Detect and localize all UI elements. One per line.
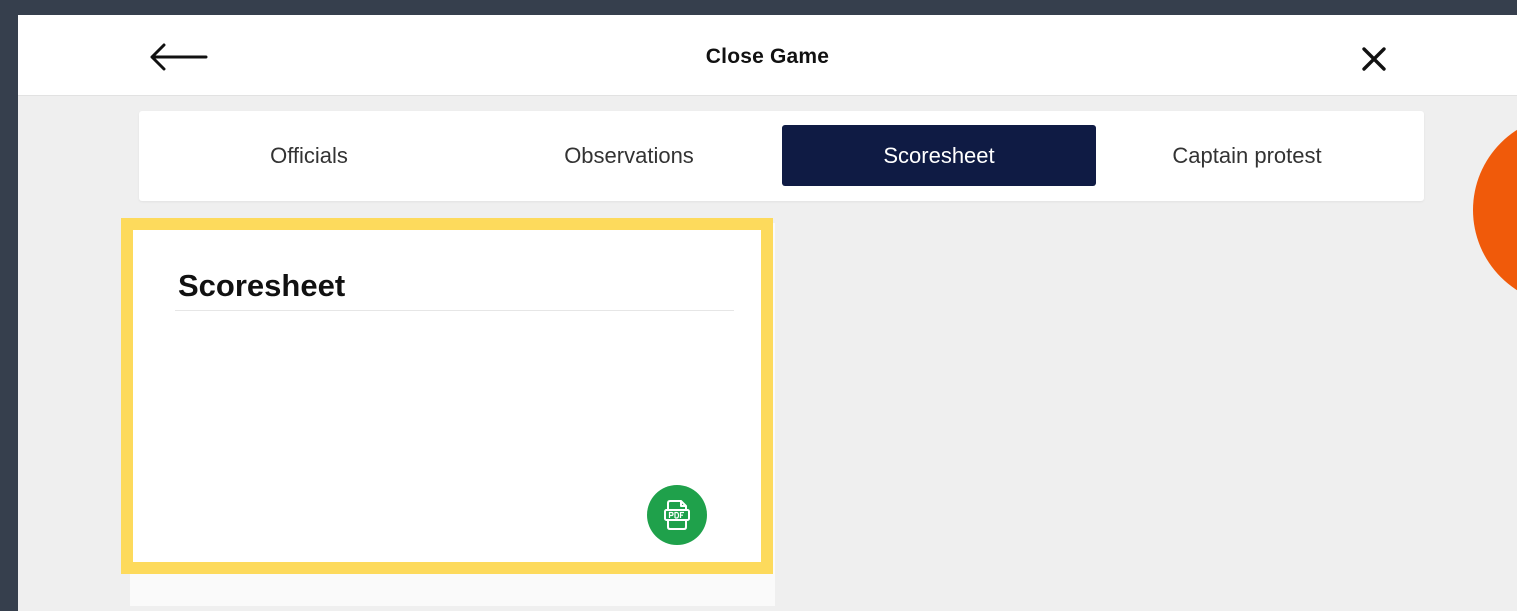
tab-scoresheet[interactable]: Scoresheet — [782, 125, 1096, 186]
close-icon — [1362, 47, 1386, 71]
pdf-download-button[interactable] — [647, 485, 707, 545]
scoresheet-card: Scoresheet — [121, 218, 773, 574]
card-title: Scoresheet — [178, 268, 346, 303]
tab-observations[interactable]: Observations — [479, 125, 779, 186]
card-divider — [175, 310, 734, 311]
pdf-file-icon — [664, 500, 690, 530]
close-button[interactable] — [1354, 39, 1394, 79]
tab-captain-protest[interactable]: Captain protest — [1097, 125, 1397, 186]
tab-officials[interactable]: Officials — [169, 125, 449, 186]
decorative-orange-circle — [1473, 115, 1517, 305]
app-frame: Close Game Officials Observations Scores… — [18, 15, 1517, 611]
tab-bar: Officials Observations Scoresheet Captai… — [139, 111, 1424, 201]
page-title: Close Game — [705, 45, 830, 68]
top-bar: Close Game — [18, 15, 1517, 96]
